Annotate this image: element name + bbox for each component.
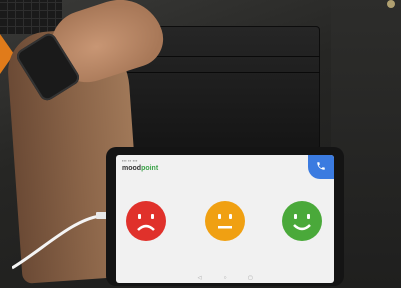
tablet: ▪▪▪ ▪▪ ▪▪▪ moodpoint ◁ ○ ▢ bbox=[106, 147, 344, 286]
happy-face-icon bbox=[282, 201, 322, 241]
usb-cable bbox=[11, 200, 108, 270]
android-nav-bar: ◁ ○ ▢ bbox=[116, 275, 334, 281]
phone-icon bbox=[316, 158, 326, 176]
neutral-face-button[interactable] bbox=[205, 201, 245, 241]
tablet-screen: ▪▪▪ ▪▪ ▪▪▪ moodpoint ◁ ○ ▢ bbox=[116, 155, 334, 283]
sad-face-button[interactable] bbox=[126, 201, 166, 241]
happy-face-button[interactable] bbox=[282, 201, 322, 241]
recent-nav-button[interactable]: ▢ bbox=[238, 275, 262, 281]
photo-scene: ▪▪▪ ▪▪ ▪▪▪ moodpoint ◁ ○ ▢ bbox=[0, 0, 401, 288]
sad-face-icon bbox=[126, 201, 166, 241]
app-logo: moodpoint bbox=[122, 165, 158, 172]
brand-suffix: point bbox=[141, 165, 159, 172]
home-nav-button[interactable]: ○ bbox=[213, 275, 237, 281]
background-object bbox=[387, 0, 395, 8]
call-button[interactable] bbox=[308, 155, 334, 179]
brand-prefix: mood bbox=[122, 165, 142, 172]
neutral-face-icon bbox=[205, 201, 245, 241]
back-nav-button[interactable]: ◁ bbox=[188, 275, 212, 281]
status-bar: ▪▪▪ ▪▪ ▪▪▪ bbox=[122, 158, 138, 163]
keyboard bbox=[0, 0, 62, 34]
cover-fold-line bbox=[110, 72, 320, 73]
